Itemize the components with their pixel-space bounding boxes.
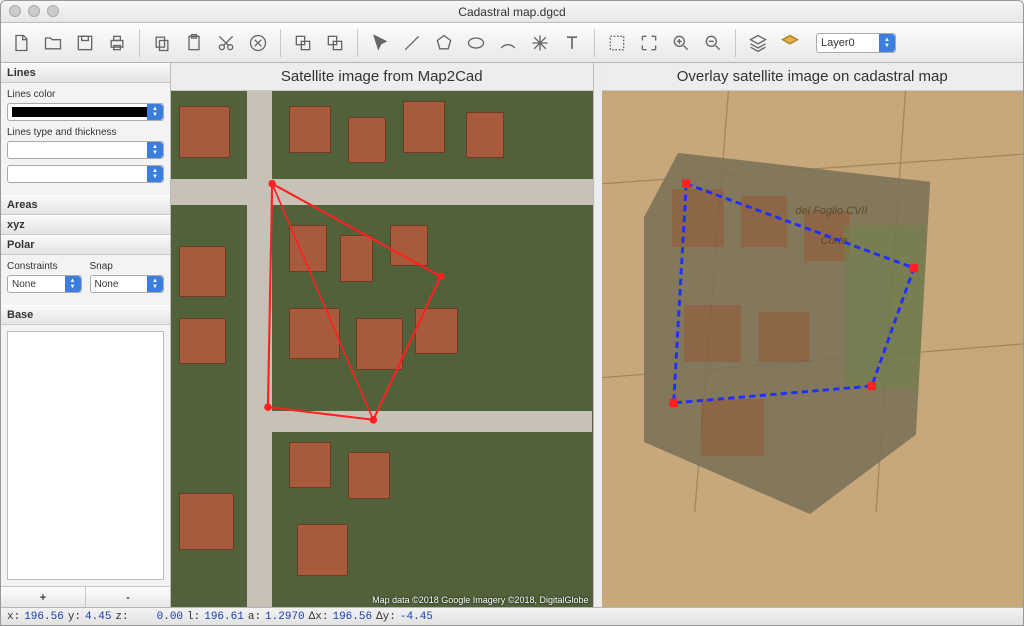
color-swatch [12, 107, 159, 117]
right-view: Overlay satellite image on cadastral map [602, 63, 1024, 607]
add-base-button[interactable]: + [1, 587, 86, 607]
zoom-extents-button[interactable] [603, 29, 631, 57]
fit-button[interactable] [635, 29, 663, 57]
close-window[interactable] [9, 5, 21, 17]
cut-button[interactable] [212, 29, 240, 57]
base-list[interactable] [7, 331, 164, 580]
status-x-label: x: [7, 611, 20, 623]
document-title: Cadastral map.dgcd [458, 5, 565, 19]
paste-button[interactable] [180, 29, 208, 57]
front-button[interactable] [289, 29, 317, 57]
lines-type-select[interactable]: ▲▼ [7, 141, 164, 159]
zoom-out-button[interactable] [699, 29, 727, 57]
status-z-label: z: [115, 611, 128, 623]
ellipse-tool[interactable] [462, 29, 490, 57]
status-dy: -4.45 [400, 611, 433, 623]
base-buttons: + - [1, 586, 170, 607]
lines-type-label: Lines type and thickness [7, 127, 164, 138]
back-button[interactable] [321, 29, 349, 57]
minimize-window[interactable] [28, 5, 40, 17]
layer-select[interactable]: Layer0 ▲▼ [816, 33, 896, 53]
window-titlebar: Cadastral map.dgcd [1, 1, 1023, 23]
pointer-tool[interactable] [366, 29, 394, 57]
right-view-header: Overlay satellite image on cadastral map [602, 63, 1024, 91]
text-tool[interactable] [558, 29, 586, 57]
status-y: 4.45 [85, 611, 111, 623]
main-toolbar: Layer0 ▲▼ [1, 23, 1023, 63]
panel-polar[interactable]: Polar [1, 235, 170, 255]
new-file-button[interactable] [7, 29, 35, 57]
status-l-label: l: [187, 611, 200, 623]
panel-xyz[interactable]: xyz [1, 215, 170, 235]
constraints-select[interactable]: None▲▼ [7, 275, 82, 293]
layers-button[interactable] [744, 29, 772, 57]
lines-thickness-select[interactable]: ▲▼ [7, 165, 164, 183]
arc-tool[interactable] [494, 29, 522, 57]
left-canvas[interactable]: Map data ©2018 Google Imagery ©2018, Dig… [171, 91, 593, 607]
status-l1: 0.00 [157, 611, 183, 623]
status-a-label: a: [248, 611, 261, 623]
open-file-button[interactable] [39, 29, 67, 57]
left-view: Satellite image from Map2Cad [171, 63, 594, 607]
remove-base-button[interactable]: - [86, 587, 170, 607]
point-tool[interactable] [526, 29, 554, 57]
parchment-text-2: Corte [821, 235, 848, 247]
status-a: 1.2970 [265, 611, 305, 623]
status-dy-label: Δy: [376, 611, 396, 623]
delete-button[interactable] [244, 29, 272, 57]
traffic-lights [9, 5, 59, 17]
lines-color-select[interactable]: ▲▼ [7, 103, 164, 121]
zoom-window[interactable] [47, 5, 59, 17]
status-dx: 196.56 [332, 611, 372, 623]
right-canvas[interactable]: del Foglio CVII Corte [602, 91, 1024, 607]
panel-base[interactable]: Base [1, 305, 170, 325]
layer-select-value: Layer0 [821, 37, 855, 49]
panel-lines[interactable]: Lines [1, 63, 170, 83]
select-arrows-icon: ▲▼ [879, 34, 895, 52]
left-view-header: Satellite image from Map2Cad [171, 63, 593, 91]
sidebar: Lines Lines color ▲▼ Lines type and thic… [1, 63, 171, 607]
line-tool[interactable] [398, 29, 426, 57]
layers-manage-button[interactable] [776, 29, 804, 57]
panel-areas[interactable]: Areas [1, 195, 170, 215]
copy-button[interactable] [148, 29, 176, 57]
status-l2: 196.61 [204, 611, 244, 623]
parchment-text-1: del Foglio CVII [795, 205, 867, 217]
status-bar: x: 196.56 y: 4.45 z: 0.00 l: 196.61 a: 1… [1, 607, 1023, 625]
zoom-in-button[interactable] [667, 29, 695, 57]
snap-select[interactable]: None▲▼ [90, 275, 165, 293]
map-attribution: Map data ©2018 Google Imagery ©2018, Dig… [372, 595, 588, 605]
constraints-label: Constraints [7, 261, 82, 272]
status-x: 196.56 [24, 611, 64, 623]
status-dx-label: Δx: [309, 611, 329, 623]
status-y-label: y: [68, 611, 81, 623]
save-button[interactable] [71, 29, 99, 57]
snap-label: Snap [90, 261, 165, 272]
lines-color-label: Lines color [7, 89, 164, 100]
polygon-tool[interactable] [430, 29, 458, 57]
satellite-overlay [644, 153, 931, 514]
print-button[interactable] [103, 29, 131, 57]
